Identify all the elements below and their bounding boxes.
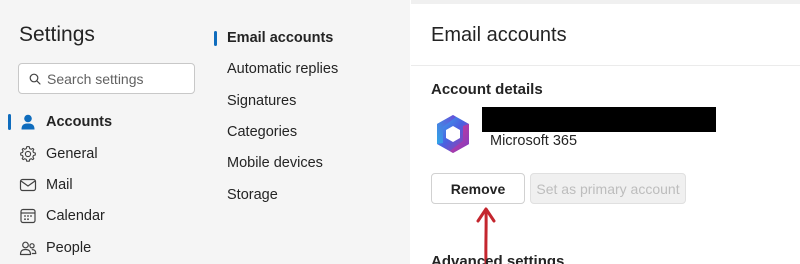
- top-strip: [411, 0, 800, 4]
- settings-title: Settings: [19, 23, 95, 46]
- gear-icon: [20, 145, 36, 162]
- submenu-item-categories[interactable]: Categories: [210, 119, 410, 145]
- nav-item-accounts[interactable]: Accounts: [0, 108, 210, 136]
- submenu-item-email-accounts[interactable]: Email accounts: [210, 25, 410, 51]
- settings-nav-panel: Settings Accounts General Mail: [0, 0, 210, 264]
- nav-item-people[interactable]: People: [0, 234, 210, 262]
- submenu-item-automatic-replies[interactable]: Automatic replies: [210, 56, 410, 82]
- submenu-item-label: Mobile devices: [227, 155, 323, 171]
- mail-icon: [19, 178, 37, 192]
- people-icon: [19, 241, 37, 256]
- calendar-icon: [20, 208, 36, 224]
- search-input[interactable]: [47, 70, 187, 87]
- nav-item-label: Mail: [46, 177, 73, 193]
- email-accounts-panel: Email accounts Account details Microsoft…: [411, 0, 800, 264]
- submenu-item-label: Automatic replies: [227, 61, 339, 77]
- submenu-item-storage[interactable]: Storage: [210, 182, 410, 208]
- nav-item-general[interactable]: General: [0, 140, 210, 168]
- nav-item-label: Accounts: [46, 114, 113, 130]
- submenu-item-label: Signatures: [227, 93, 297, 109]
- search-box[interactable]: [18, 63, 195, 94]
- page-title: Email accounts: [431, 24, 567, 46]
- submenu-item-label: Email accounts: [227, 30, 334, 46]
- remove-button-label: Remove: [450, 180, 506, 197]
- divider: [411, 65, 800, 66]
- account-details-heading: Account details: [431, 81, 543, 98]
- nav-item-label: General: [46, 146, 98, 162]
- set-primary-account-button[interactable]: Set as primary account: [530, 173, 686, 204]
- person-icon: [21, 114, 35, 130]
- nav-item-label: People: [46, 240, 92, 256]
- submenu-item-label: Storage: [227, 187, 278, 203]
- search-icon: [29, 73, 41, 85]
- nav-item-mail[interactable]: Mail: [0, 171, 210, 199]
- remove-account-button[interactable]: Remove: [431, 173, 525, 204]
- advanced-settings-heading: Advanced settings: [431, 253, 565, 264]
- submenu-item-label: Categories: [227, 124, 298, 140]
- submenu-item-mobile-devices[interactable]: Mobile devices: [210, 150, 410, 176]
- account-type-label: Microsoft 365: [490, 133, 578, 149]
- nav-item-calendar[interactable]: Calendar: [0, 202, 210, 230]
- set-primary-button-label: Set as primary account: [536, 180, 680, 197]
- submenu-item-signatures[interactable]: Signatures: [210, 88, 410, 114]
- active-indicator: [214, 31, 217, 46]
- microsoft-365-logo-icon: [437, 115, 469, 153]
- redacted-account-name: [482, 107, 716, 132]
- accounts-submenu-panel: Email accounts Automatic replies Signatu…: [210, 0, 410, 264]
- active-indicator: [8, 114, 11, 130]
- nav-item-label: Calendar: [46, 208, 105, 224]
